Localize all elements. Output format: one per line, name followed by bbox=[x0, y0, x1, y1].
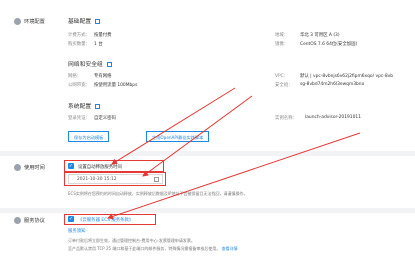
arrow-to-agreement bbox=[107, 132, 361, 220]
arrow-to-datetime bbox=[142, 95, 253, 177]
annotation-arrows bbox=[107, 87, 361, 220]
arrow-to-release bbox=[111, 87, 236, 165]
